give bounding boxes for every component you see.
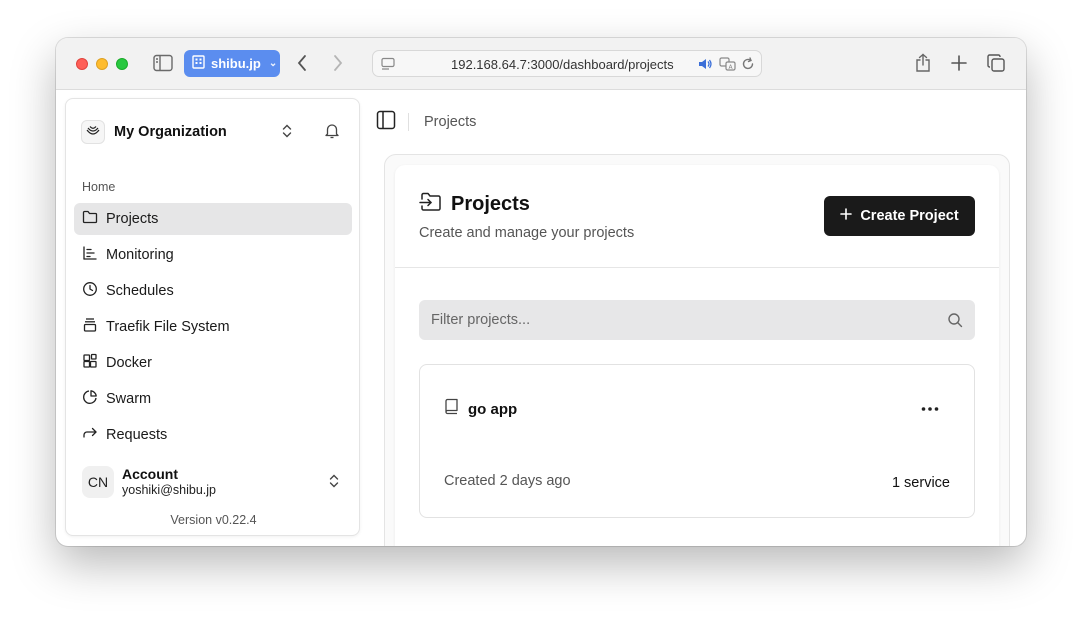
chevrons-up-down-icon[interactable] (281, 123, 293, 144)
header-divider (408, 113, 409, 131)
project-title-row: go app (444, 398, 517, 420)
speaker-icon[interactable] (698, 57, 713, 71)
pie-icon (82, 389, 106, 409)
sidebar-toggle-icon[interactable] (153, 54, 173, 72)
forward-icon[interactable] (332, 54, 344, 72)
search-icon (947, 312, 963, 333)
breadcrumb[interactable]: Projects (424, 114, 476, 130)
tab-overview-icon[interactable] (987, 54, 1005, 72)
browser-window: shibu.jp ⌄ 192.168.64.7:3000/dashboard/p… (56, 38, 1026, 546)
sidebar-item-label: Projects (106, 211, 159, 227)
bell-icon[interactable] (324, 122, 340, 144)
sidebar-item-projects[interactable]: Projects (74, 203, 352, 235)
page-title-row: Projects (419, 191, 530, 218)
translate-icon[interactable]: A (719, 57, 736, 71)
sidebar-item-swarm[interactable]: Swarm (74, 383, 352, 415)
back-icon[interactable] (296, 54, 308, 72)
create-project-button[interactable]: Create Project (824, 196, 975, 236)
chart-icon (82, 245, 106, 265)
sidebar-item-schedules[interactable]: Schedules (74, 275, 352, 307)
tab-group-button[interactable]: shibu.jp ⌄ (184, 50, 280, 77)
browser-toolbar: shibu.jp ⌄ 192.168.64.7:3000/dashboard/p… (56, 38, 1026, 90)
page-subtitle: Create and manage your projects (419, 225, 635, 241)
more-options-icon[interactable] (916, 398, 944, 420)
new-tab-icon[interactable] (951, 55, 967, 71)
sidebar-item-monitoring[interactable]: Monitoring (74, 239, 352, 271)
sidebar-item-label: Traefik File System (106, 319, 230, 335)
account-email: yoshiki@shibu.jp (122, 483, 216, 497)
version-label: Version v0.22.4 (170, 513, 257, 527)
account-name: Account (122, 466, 178, 482)
layers-icon (82, 317, 106, 337)
filter-projects-input[interactable] (419, 300, 939, 340)
sidebar-nav: Projects Monitoring Schedules Traefik Fi… (74, 203, 352, 455)
plus-icon (840, 208, 853, 224)
share-icon[interactable] (915, 53, 931, 73)
nav-section-label: Home (82, 180, 116, 194)
blocks-icon (82, 353, 106, 373)
page-title: Projects (451, 193, 530, 215)
org-logo-icon (81, 120, 105, 144)
sidebar-item-docker[interactable]: Docker (74, 347, 352, 379)
projects-card: Projects Create and manage your projects… (395, 165, 999, 546)
sidebar-item-label: Swarm (106, 391, 152, 407)
account-menu[interactable]: CN Account yoshiki@shibu.jp (82, 465, 346, 499)
org-switcher[interactable]: My Organization (81, 119, 345, 145)
project-created: Created 2 days ago (444, 473, 571, 489)
sidebar-item-label: Docker (106, 355, 152, 371)
sidebar-item-label: Requests (106, 427, 168, 443)
folder-input-icon (419, 191, 443, 218)
page-settings-icon[interactable] (381, 57, 395, 71)
building-icon (192, 55, 205, 72)
book-icon (444, 398, 459, 420)
panel-toggle-icon[interactable] (376, 110, 396, 135)
clock-icon (82, 281, 106, 301)
zoom-window-button[interactable] (116, 58, 128, 70)
arrow-forward-icon (82, 425, 106, 445)
header-divider-line (395, 267, 999, 268)
project-card[interactable]: go app Created 2 days ago 1 service (419, 364, 975, 518)
tab-group-label: shibu.jp (211, 56, 261, 71)
sidebar-item-label: Monitoring (106, 247, 174, 263)
minimize-window-button[interactable] (96, 58, 108, 70)
close-window-button[interactable] (76, 58, 88, 70)
create-project-label: Create Project (860, 208, 959, 224)
avatar: CN (82, 466, 114, 498)
main-header: Projects (376, 108, 476, 136)
sidebar-item-traefik[interactable]: Traefik File System (74, 311, 352, 343)
address-bar[interactable]: 192.168.64.7:3000/dashboard/projects A (372, 50, 762, 77)
project-name: go app (468, 400, 518, 418)
chevron-down-icon: ⌄ (268, 58, 278, 69)
url-text: 192.168.64.7:3000/dashboard/projects (451, 57, 674, 72)
sidebar-item-requests[interactable]: Requests (74, 419, 352, 451)
folder-icon (82, 209, 106, 229)
chevrons-up-down-icon (328, 473, 340, 494)
sidebar: My Organization Home Projects Monitoring… (65, 98, 360, 536)
sidebar-item-label: Schedules (106, 283, 174, 299)
reload-icon[interactable] (741, 57, 755, 71)
org-name: My Organization (114, 124, 227, 140)
project-service-count: 1 service (891, 475, 950, 491)
filter-box (419, 300, 975, 340)
